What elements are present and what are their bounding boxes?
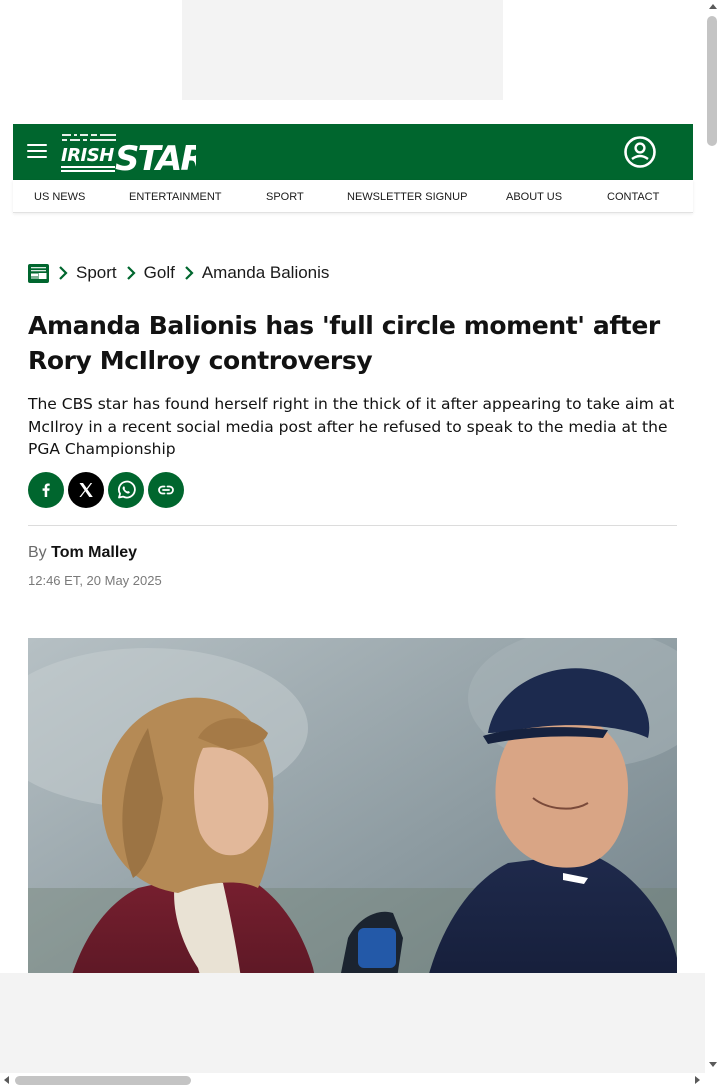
top-ad-slot — [182, 0, 503, 100]
copy-link-button[interactable] — [148, 472, 184, 508]
scroll-left-arrow-icon[interactable] — [4, 1076, 9, 1084]
copy-link-icon — [158, 485, 174, 495]
horizontal-scrollbar-thumb[interactable] — [15, 1076, 191, 1085]
scroll-right-arrow-icon[interactable] — [695, 1076, 700, 1084]
article-headline: Amanda Balionis has 'full circle moment'… — [28, 311, 660, 375]
breadcrumb-item-sport[interactable]: Sport — [76, 263, 117, 283]
scrollbar-corner — [705, 1073, 720, 1088]
hamburger-menu-icon[interactable] — [27, 144, 47, 160]
page: IRISH STAR US NEWS ENTERTAINMENT SPORT N… — [0, 0, 705, 1073]
bottom-ad-slot — [0, 973, 705, 1073]
chevron-right-icon — [126, 266, 136, 280]
nav-item-contact[interactable]: CONTACT — [607, 180, 659, 213]
x-twitter-icon — [79, 483, 93, 497]
horizontal-scrollbar[interactable] — [0, 1073, 705, 1088]
author-link[interactable]: Tom Malley — [51, 544, 137, 561]
whatsapp-icon — [117, 480, 136, 499]
share-x-button[interactable] — [68, 472, 104, 508]
byline-prefix: By — [28, 544, 47, 561]
scroll-up-arrow-icon[interactable] — [709, 4, 717, 9]
logo-text-irish: IRISH — [61, 145, 114, 166]
site-header: IRISH STAR — [13, 124, 693, 180]
breadcrumb-item-golf[interactable]: Golf — [144, 263, 175, 283]
nav-item-entertainment[interactable]: ENTERTAINMENT — [129, 180, 222, 213]
user-account-icon[interactable] — [623, 135, 657, 169]
article-standfirst: The CBS star has found herself right in … — [28, 395, 675, 458]
share-facebook-button[interactable] — [28, 472, 64, 508]
divider — [28, 525, 677, 526]
chevron-right-icon — [59, 266, 68, 280]
site-logo[interactable]: IRISH STAR — [60, 130, 196, 174]
facebook-icon — [42, 483, 50, 497]
irish-star-home-icon[interactable] — [28, 263, 49, 283]
vertical-scrollbar[interactable] — [705, 0, 720, 1073]
logo-text-star: STAR — [115, 139, 196, 174]
vertical-scrollbar-thumb[interactable] — [707, 16, 717, 146]
main-navigation: US NEWS ENTERTAINMENT SPORT NEWSLETTER S… — [13, 180, 693, 213]
publish-date: 12:46 ET, 20 May 2025 — [28, 573, 162, 588]
nav-item-about-us[interactable]: ABOUT US — [506, 180, 562, 213]
byline: By Tom Malley — [28, 544, 137, 562]
nav-item-newsletter-signup[interactable]: NEWSLETTER SIGNUP — [347, 180, 467, 213]
breadcrumb-item-amanda-balionis[interactable]: Amanda Balionis — [202, 263, 330, 283]
breadcrumb: Sport Golf Amanda Balionis — [28, 262, 329, 284]
share-whatsapp-button[interactable] — [108, 472, 144, 508]
nav-item-sport[interactable]: SPORT — [266, 180, 304, 213]
chevron-right-icon — [185, 266, 194, 280]
scroll-down-arrow-icon[interactable] — [709, 1062, 717, 1067]
nav-item-us-news[interactable]: US NEWS — [34, 180, 85, 213]
